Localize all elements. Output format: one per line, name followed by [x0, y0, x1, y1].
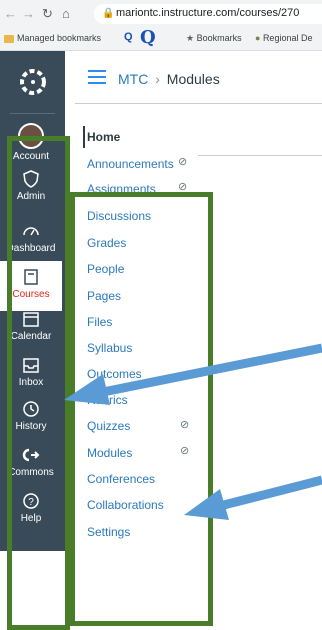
arrow-to-course-nav: [184, 475, 322, 520]
annotation-arrows: [64, 343, 322, 520]
arrow-to-global-nav: [64, 343, 322, 405]
